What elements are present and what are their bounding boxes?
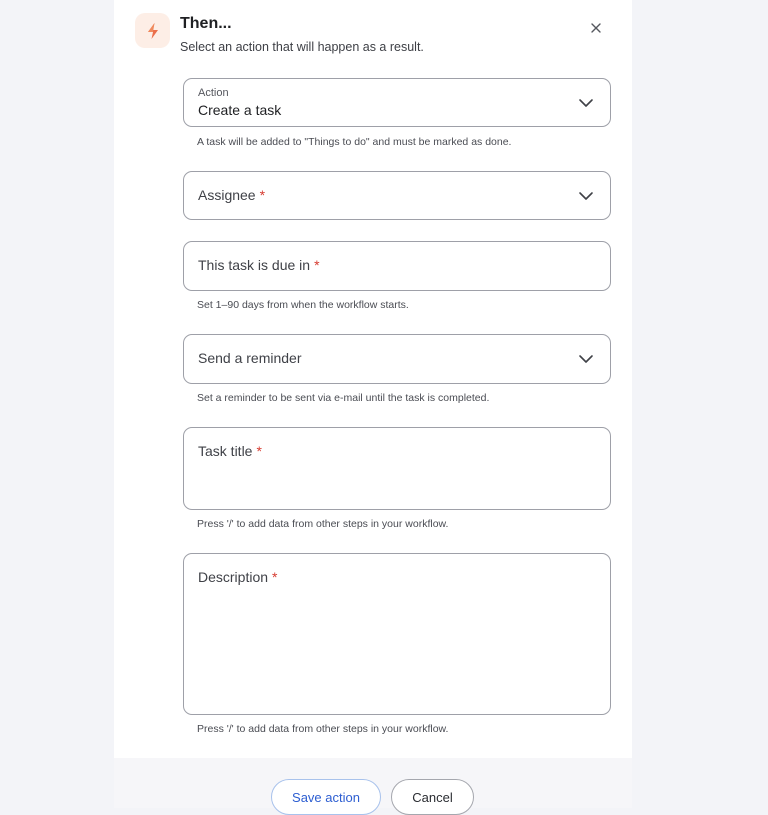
chevron-down-icon [579,191,593,200]
task-title-input[interactable]: Task title * [183,427,611,510]
description-hint: Press '/' to add data from other steps i… [197,723,449,735]
panel-title: Then... [180,15,232,32]
close-icon [591,23,601,33]
due-in-label: This task is due in * [198,257,320,273]
required-marker: * [272,569,278,585]
reminder-hint: Set a reminder to be sent via e-mail unt… [197,392,490,404]
chevron-down-icon [579,98,593,107]
action-select-value: Create a task [198,102,282,118]
required-marker: * [256,443,262,459]
close-button[interactable] [586,18,606,38]
due-in-input[interactable]: This task is due in * [183,241,611,291]
task-title-label: Task title * [198,443,262,459]
assignee-label: Assignee * [198,187,266,203]
action-hint: A task will be added to "Things to do" a… [197,136,512,148]
reminder-select[interactable]: Send a reminder [183,334,611,384]
action-panel: Then... Select an action that will happe… [114,0,632,815]
action-select-label: Action [198,87,229,99]
reminder-label: Send a reminder [198,350,302,366]
cancel-button[interactable]: Cancel [391,779,474,815]
lightning-bolt-icon [135,13,170,48]
assignee-select[interactable]: Assignee * [183,171,611,220]
due-in-hint: Set 1–90 days from when the workflow sta… [197,299,409,311]
save-action-button[interactable]: Save action [271,779,381,815]
panel-subtitle: Select an action that will happen as a r… [180,40,424,54]
description-textarea[interactable]: Description * [183,553,611,715]
chevron-down-icon [579,355,593,363]
required-marker: * [259,187,266,203]
required-marker: * [314,257,320,273]
task-title-hint: Press '/' to add data from other steps i… [197,518,449,530]
action-select[interactable]: Action Create a task [183,78,611,127]
description-label: Description * [198,569,278,585]
